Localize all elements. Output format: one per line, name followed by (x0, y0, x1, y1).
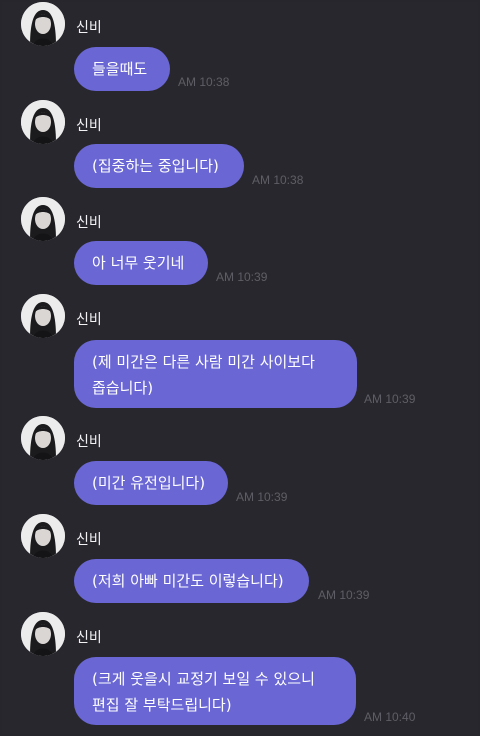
avatar[interactable] (21, 416, 65, 460)
profile-photo-avatar-icon (21, 416, 65, 460)
profile-photo-avatar-icon (21, 2, 65, 46)
profile-photo-avatar-icon (21, 294, 65, 338)
message-bubble[interactable]: (집중하는 중입니다) (74, 144, 244, 188)
sender-name: 신비 (76, 630, 102, 646)
profile-photo-avatar-icon (21, 100, 65, 144)
message-timestamp: AM 10:39 (236, 490, 288, 504)
message-text-line: 좁습니다) (92, 379, 154, 397)
message-text: (집중하는 중입니다) (92, 157, 219, 175)
message-timestamp: AM 10:39 (364, 392, 416, 406)
message-timestamp: AM 10:40 (364, 710, 416, 724)
avatar[interactable] (21, 612, 65, 656)
sender-name: 신비 (76, 215, 102, 231)
avatar[interactable] (21, 100, 65, 144)
avatar[interactable] (21, 294, 65, 338)
message-bubble[interactable]: 아 너무 웃기네 (74, 241, 208, 285)
message-text: 들을때도 (92, 60, 148, 78)
message-text-line: (크게 웃을시 교정기 보일 수 있으니 (92, 670, 315, 688)
message-text-line: 편집 잘 부탁드립니다) (92, 696, 232, 714)
message-bubble[interactable]: 들을때도 (74, 47, 170, 91)
profile-photo-avatar-icon (21, 612, 65, 656)
avatar[interactable] (21, 197, 65, 241)
sender-name: 신비 (76, 434, 102, 450)
sender-name: 신비 (76, 312, 102, 328)
message-bubble[interactable]: (저희 아빠 미간도 이렇습니다) (74, 559, 309, 603)
message-text: (저희 아빠 미간도 이렇습니다) (92, 572, 284, 590)
message-text: 아 너무 웃기네 (92, 254, 185, 272)
message-timestamp: AM 10:38 (178, 75, 230, 89)
message-text: (미간 유전입니다) (92, 474, 206, 492)
message-timestamp: AM 10:38 (252, 173, 304, 187)
sender-name: 신비 (76, 532, 102, 548)
message-text-line: (제 미간은 다른 사람 미간 사이보다 (92, 353, 315, 371)
avatar[interactable] (21, 2, 65, 46)
message-timestamp: AM 10:39 (216, 270, 268, 284)
message-bubble[interactable]: (크게 웃을시 교정기 보일 수 있으니 편집 잘 부탁드립니다) (74, 657, 356, 725)
avatar[interactable] (21, 514, 65, 558)
sender-name: 신비 (76, 118, 102, 134)
message-timestamp: AM 10:39 (318, 588, 370, 602)
profile-photo-avatar-icon (21, 197, 65, 241)
sender-name: 신비 (76, 20, 102, 36)
profile-photo-avatar-icon (21, 514, 65, 558)
message-bubble[interactable]: (미간 유전입니다) (74, 461, 228, 505)
message-bubble[interactable]: (제 미간은 다른 사람 미간 사이보다 좁습니다) (74, 340, 357, 408)
